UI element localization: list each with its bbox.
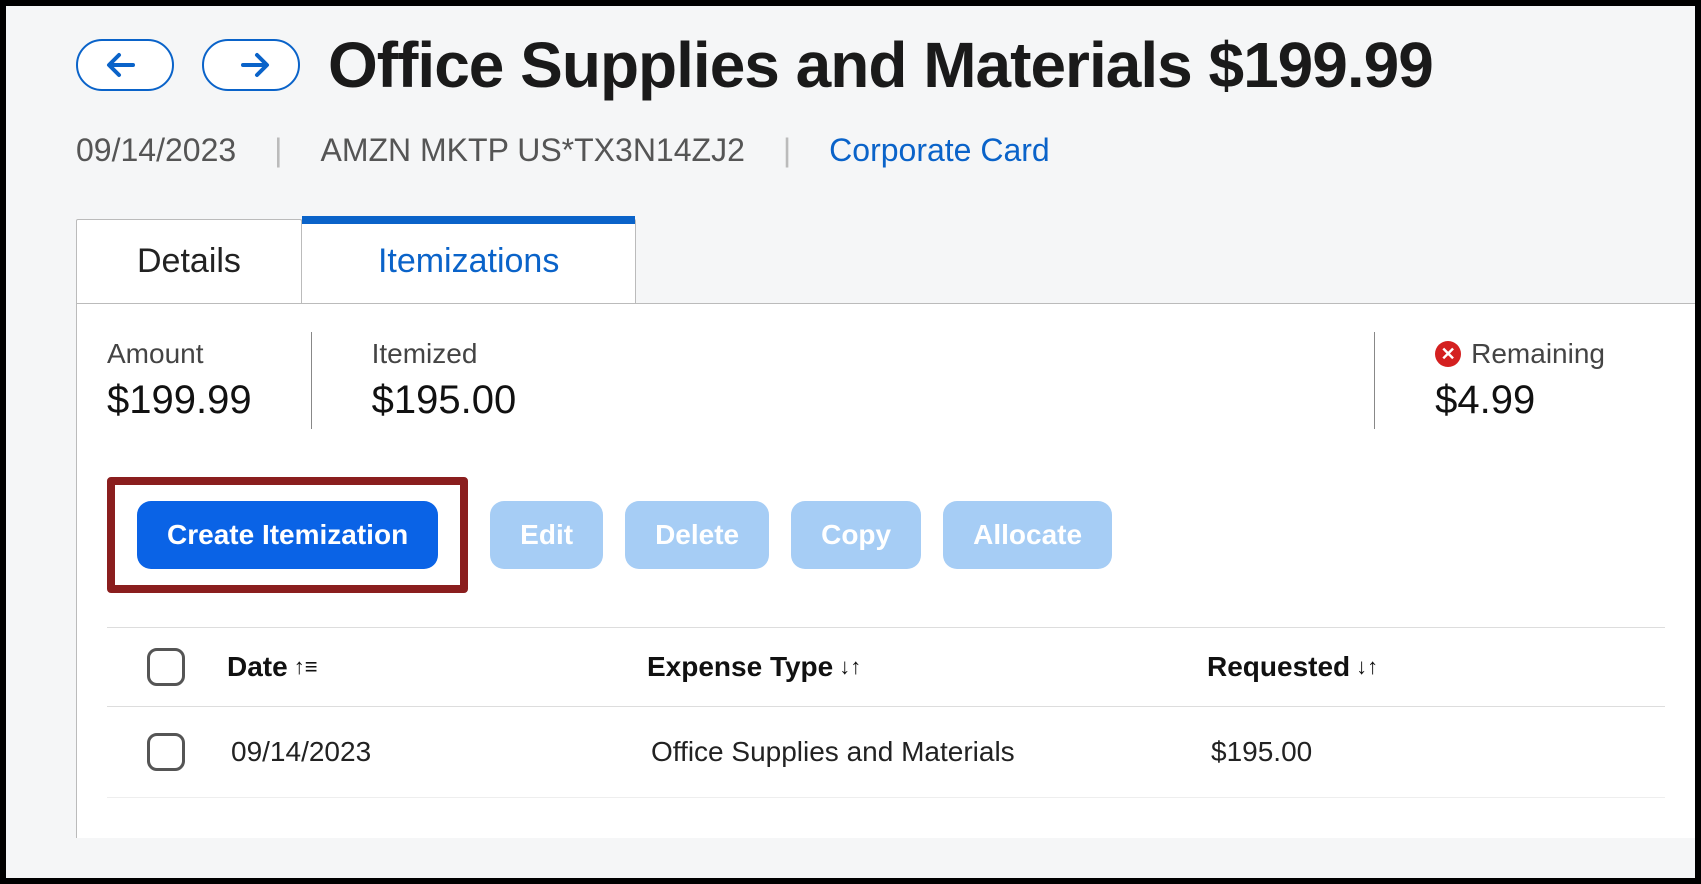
arrow-left-icon (105, 51, 145, 79)
summary-amount: Amount $199.99 (107, 332, 312, 429)
tab-details[interactable]: Details (76, 219, 302, 303)
cell-requested: $195.00 (1207, 736, 1665, 768)
column-header-requested[interactable]: Requested ↓↑ (1207, 651, 1665, 683)
arrow-right-icon (231, 51, 271, 79)
column-header-date[interactable]: Date ↑≡ (227, 651, 647, 683)
meta-separator: | (274, 132, 282, 169)
cell-expense-type: Office Supplies and Materials (647, 736, 1207, 768)
summary-itemized-label: Itemized (372, 338, 1316, 370)
summary-remaining-value: $4.99 (1435, 378, 1605, 423)
summary-amount-value: $199.99 (107, 378, 252, 423)
next-button[interactable] (202, 39, 300, 91)
meta-separator: | (783, 132, 791, 169)
prev-button[interactable] (76, 39, 174, 91)
page-title: Office Supplies and Materials $199.99 (328, 28, 1433, 102)
column-header-expense-type[interactable]: Expense Type ↓↑ (647, 651, 1207, 683)
summary-remaining: ✕ Remaining $4.99 (1375, 332, 1665, 429)
meta-merchant: AMZN MKTP US*TX3N14ZJ2 (320, 132, 744, 169)
sort-asc-icon: ↑≡ (294, 654, 318, 680)
summary-amount-label: Amount (107, 338, 252, 370)
error-icon: ✕ (1435, 341, 1461, 367)
summary-remaining-label: Remaining (1471, 338, 1605, 370)
meta-payment-link[interactable]: Corporate Card (829, 132, 1050, 169)
sort-icon: ↓↑ (1356, 654, 1378, 680)
edit-button[interactable]: Edit (490, 501, 603, 569)
select-all-checkbox[interactable] (147, 648, 185, 686)
create-itemization-button[interactable]: Create Itemization (137, 501, 438, 569)
row-checkbox[interactable] (147, 733, 185, 771)
summary-itemized-value: $195.00 (372, 378, 1316, 423)
summary-itemized: Itemized $195.00 (312, 332, 1376, 429)
delete-button[interactable]: Delete (625, 501, 769, 569)
allocate-button[interactable]: Allocate (943, 501, 1112, 569)
meta-date: 09/14/2023 (76, 132, 236, 169)
tab-itemizations[interactable]: Itemizations (301, 219, 636, 303)
cell-date: 09/14/2023 (227, 736, 647, 768)
copy-button[interactable]: Copy (791, 501, 921, 569)
expense-meta: 09/14/2023 | AMZN MKTP US*TX3N14ZJ2 | Co… (6, 102, 1695, 169)
table-row[interactable]: 09/14/2023 Office Supplies and Materials… (107, 707, 1665, 798)
sort-icon: ↓↑ (839, 654, 861, 680)
create-itemization-highlight: Create Itemization (107, 477, 468, 593)
